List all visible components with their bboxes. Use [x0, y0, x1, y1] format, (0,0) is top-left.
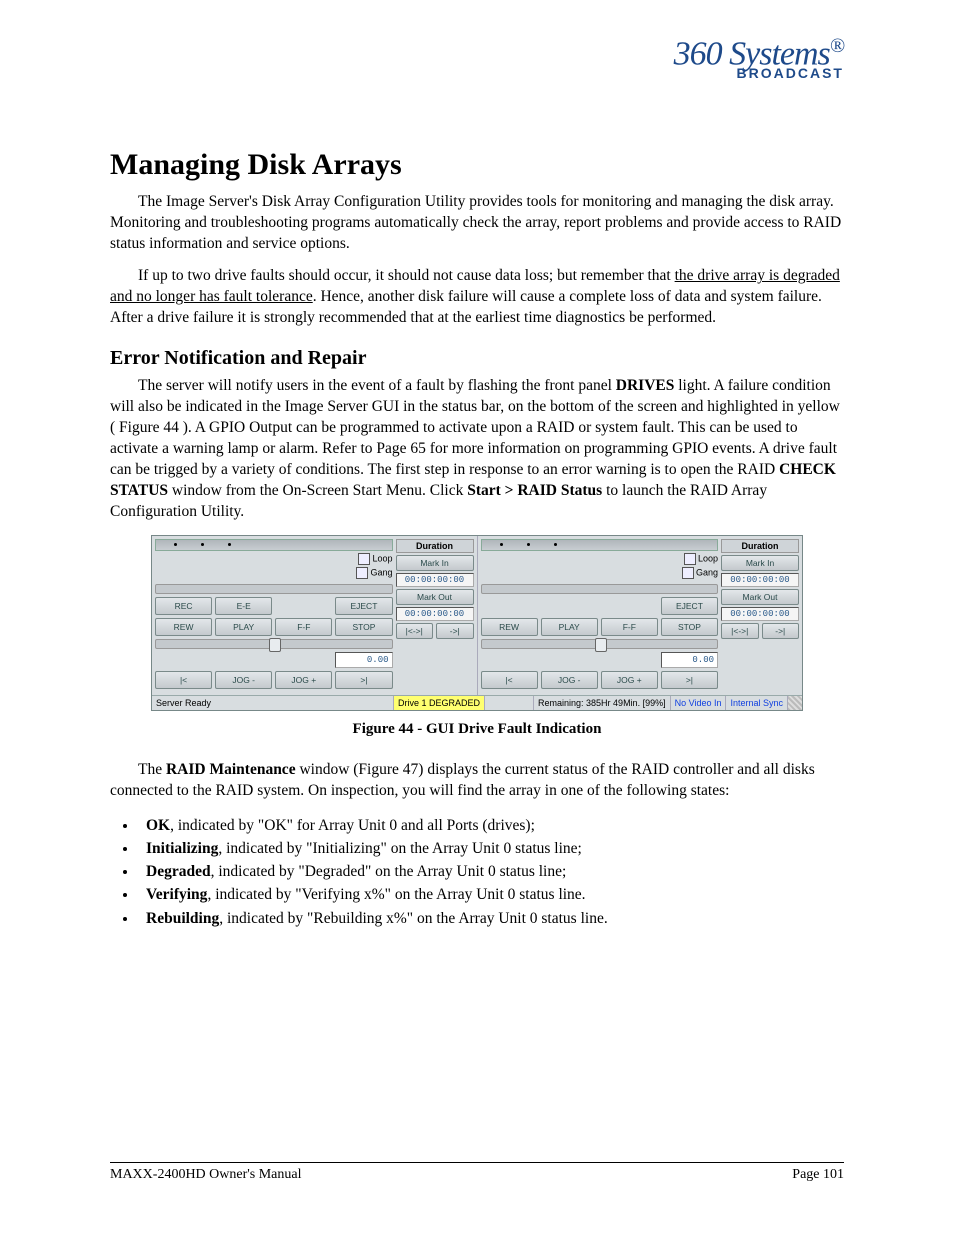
jog-value: 0.00 [335, 652, 392, 668]
duration-label: Duration [721, 539, 799, 553]
stop-button[interactable]: STOP [335, 618, 392, 636]
gang-checkbox[interactable]: Gang [356, 567, 392, 579]
gang-checkbox[interactable]: Gang [682, 567, 718, 579]
status-sync: Internal Sync [726, 696, 788, 710]
footer-right: Page 101 [792, 1167, 844, 1183]
mark-out-button[interactable]: Mark Out [396, 589, 474, 605]
status-degraded: Drive 1 DEGRADED [394, 696, 485, 710]
scrub-slider[interactable] [481, 584, 719, 594]
rew-button[interactable]: REW [481, 618, 538, 636]
status-ready: Server Ready [152, 696, 394, 710]
logo-script: 360 Systems® [674, 40, 844, 65]
status-no-video: No Video In [671, 696, 727, 710]
brand-logo: 360 Systems® BROADCAST [674, 40, 844, 81]
mark-in-button[interactable]: Mark In [721, 555, 799, 571]
mark-in-time: 00:00:00:00 [396, 573, 474, 587]
page-footer: MAXX-2400HD Owner's Manual Page 101 [110, 1162, 844, 1183]
go-end-button[interactable]: >| [661, 671, 718, 689]
intro-paragraph-1: The Image Server's Disk Array Configurat… [110, 192, 844, 255]
start-raid-status-path: Start > RAID Status [467, 482, 602, 499]
checkbox-icon [682, 567, 694, 579]
checkbox-icon [684, 553, 696, 565]
transport-panel-2: Loop Gang EJECT REW PLAY [478, 536, 803, 695]
jog-minus-button[interactable]: JOG - [541, 671, 598, 689]
figure-caption: Figure 44 - GUI Drive Fault Indication [110, 721, 844, 738]
registered-icon: ® [830, 35, 844, 57]
duration-label: Duration [396, 539, 474, 553]
list-item: Initializing, indicated by "Initializing… [138, 837, 844, 860]
intro-paragraph-2: If up to two drive faults should occur, … [110, 266, 844, 329]
mark-in-button[interactable]: Mark In [396, 555, 474, 571]
eject-button[interactable]: EJECT [335, 597, 392, 615]
list-item: OK, indicated by "OK" for Array Unit 0 a… [138, 814, 844, 837]
eject-button[interactable]: EJECT [661, 597, 718, 615]
go-start-button[interactable]: |< [155, 671, 212, 689]
jog-slider[interactable] [155, 639, 393, 649]
section-heading-error: Error Notification and Repair [110, 347, 844, 370]
rew-button[interactable]: REW [155, 618, 212, 636]
logo-wrap: 360 Systems® BROADCAST [110, 40, 844, 83]
transport-panel-1: Loop Gang REC E-E EJECT REW PLAY [152, 536, 478, 695]
ff-button[interactable]: F-F [601, 618, 658, 636]
list-item: Verifying, indicated by "Verifying x%" o… [138, 883, 844, 906]
mark-range-button[interactable]: |<->| [721, 623, 759, 639]
rec-button[interactable]: REC [155, 597, 212, 615]
list-item: Rebuilding, indicated by "Rebuilding x%"… [138, 907, 844, 930]
error-paragraph: The server will notify users in the even… [110, 376, 844, 522]
timeline-track[interactable] [481, 539, 719, 551]
ee-button[interactable]: E-E [215, 597, 272, 615]
jog-value: 0.00 [661, 652, 718, 668]
raid-maintenance-label: RAID Maintenance [166, 761, 296, 778]
mark-next-button[interactable]: ->| [436, 623, 474, 639]
raid-states-list: OK, indicated by "OK" for Array Unit 0 a… [110, 814, 844, 930]
slider-thumb-icon[interactable] [595, 638, 607, 652]
loop-checkbox[interactable]: Loop [358, 553, 392, 565]
status-bar: Server Ready Drive 1 DEGRADED Remaining:… [152, 695, 802, 710]
gui-screenshot: Loop Gang REC E-E EJECT REW PLAY [151, 535, 803, 711]
jog-plus-button[interactable]: JOG + [601, 671, 658, 689]
jog-minus-button[interactable]: JOG - [215, 671, 272, 689]
footer-left: MAXX-2400HD Owner's Manual [110, 1167, 302, 1183]
mark-out-button[interactable]: Mark Out [721, 589, 799, 605]
mark-in-time: 00:00:00:00 [721, 573, 799, 587]
loop-checkbox[interactable]: Loop [684, 553, 718, 565]
scrub-slider[interactable] [155, 584, 393, 594]
stop-button[interactable]: STOP [661, 618, 718, 636]
play-button[interactable]: PLAY [215, 618, 272, 636]
mark-next-button[interactable]: ->| [762, 623, 800, 639]
go-end-button[interactable]: >| [335, 671, 392, 689]
resize-grip-icon[interactable] [788, 696, 802, 710]
play-button[interactable]: PLAY [541, 618, 598, 636]
status-remaining: Remaining: 385Hr 49Min. [99%] [534, 696, 671, 710]
slider-thumb-icon[interactable] [269, 638, 281, 652]
checkbox-icon [358, 553, 370, 565]
timeline-track[interactable] [155, 539, 393, 551]
mark-range-button[interactable]: |<->| [396, 623, 434, 639]
go-start-button[interactable]: |< [481, 671, 538, 689]
page-title: Managing Disk Arrays [110, 148, 844, 182]
checkbox-icon [356, 567, 368, 579]
drives-label: DRIVES [616, 377, 675, 394]
page: 360 Systems® BROADCAST Managing Disk Arr… [0, 0, 954, 1235]
jog-plus-button[interactable]: JOG + [275, 671, 332, 689]
jog-slider[interactable] [481, 639, 719, 649]
mark-out-time: 00:00:00:00 [396, 607, 474, 621]
ff-button[interactable]: F-F [275, 618, 332, 636]
raid-maint-paragraph: The RAID Maintenance window (Figure 47) … [110, 760, 844, 802]
list-item: Degraded, indicated by "Degraded" on the… [138, 860, 844, 883]
mark-out-time: 00:00:00:00 [721, 607, 799, 621]
